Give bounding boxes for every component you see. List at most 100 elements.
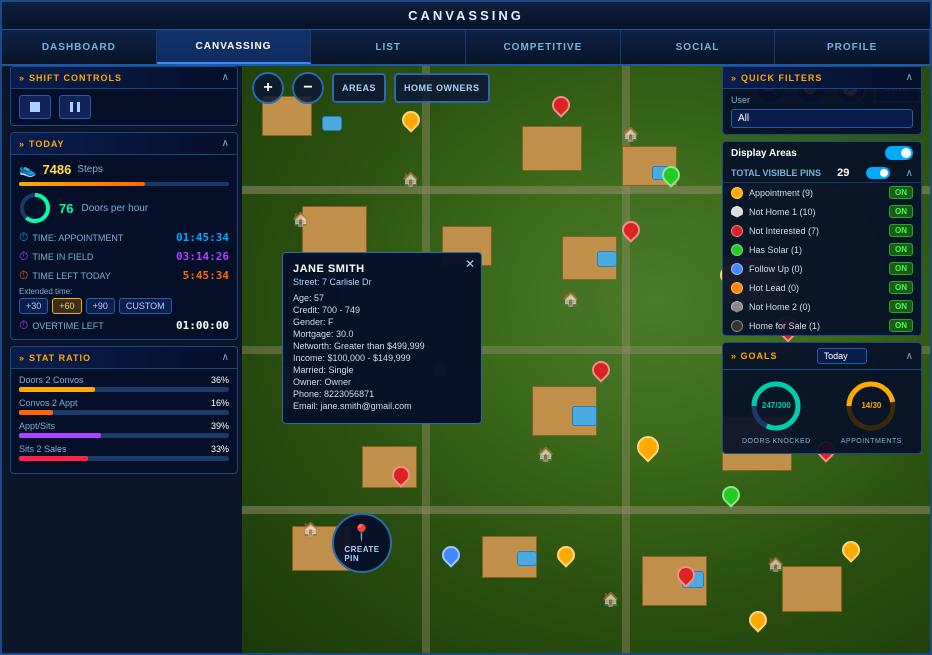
map-house: [522, 126, 582, 171]
map-pin[interactable]: [592, 361, 612, 389]
extend-custom-button[interactable]: CUSTOM: [119, 298, 172, 314]
goals-section: » GOALS Today Week Month ∧: [722, 342, 922, 454]
stat-d2c: Doors 2 Convos 36%: [19, 375, 229, 392]
map-pin[interactable]: [637, 436, 657, 464]
info-card: ✕ JANE SMITH Street: 7 Carlisle Dr Age: …: [282, 252, 482, 424]
time-field-value: 03:14:26: [176, 250, 229, 263]
filter-home-for-sale-toggle[interactable]: ON: [889, 319, 913, 332]
filter-follow-up-toggle[interactable]: ON: [889, 262, 913, 275]
map-pool: [572, 406, 597, 426]
pins-chevron[interactable]: ∧: [906, 168, 913, 179]
filter-appointment-toggle[interactable]: ON: [889, 186, 913, 199]
map-pin[interactable]: [662, 166, 682, 194]
map-pool: [517, 551, 537, 566]
map-pool: [322, 116, 342, 131]
steps-label: Steps: [77, 164, 103, 175]
goals-period-select[interactable]: Today Week Month: [817, 348, 867, 364]
quick-filters-body: User All User 1 User 2: [723, 89, 921, 134]
extend-90-button[interactable]: +90: [86, 298, 115, 314]
nav-social[interactable]: SOCIAL: [621, 30, 776, 64]
stat-d2c-fill: [19, 387, 95, 392]
nav-canvassing[interactable]: CANVASSING: [157, 30, 312, 64]
nav-competitive[interactable]: COMPETITIVE: [466, 30, 621, 64]
filter-hot-lead-label: Hot Lead (0): [731, 282, 799, 294]
overtime-row: ⏱ OVERTIME LEFT 01:00:00: [19, 318, 229, 333]
stat-ratio-header: STAT RATIO ∧: [11, 347, 237, 369]
appointments-label: APPOINTMENTS: [841, 438, 902, 445]
map-pin[interactable]: [442, 546, 462, 574]
stat-c2a-fill: [19, 410, 53, 415]
nav-list[interactable]: LIST: [311, 30, 466, 64]
filter-not-home2-label: Not Home 2 (0): [731, 301, 811, 313]
filter-not-interested: Not Interested (7) ON: [723, 221, 921, 240]
info-card-income: Income: $100,000 - $149,999: [293, 353, 471, 363]
map-pin[interactable]: [557, 546, 577, 574]
quick-filters-section: QUICK FILTERS ∧ User All User 1 User 2: [722, 66, 922, 135]
filter-has-solar: Has Solar (1) ON: [723, 240, 921, 259]
goals-chevron[interactable]: ∧: [906, 351, 913, 362]
extend-30-button[interactable]: +30: [19, 298, 48, 314]
total-visible-pins-toggle[interactable]: [866, 167, 890, 179]
time-appointment-label: ⏱ TIME: APPOINTMENT: [19, 230, 123, 245]
filter-home-for-sale-label: Home for Sale (1): [731, 320, 820, 332]
extended-time-buttons: +30 +60 +90 CUSTOM: [19, 298, 229, 314]
total-visible-pins-label: TOTAL VISIBLE PINS: [731, 168, 821, 178]
home-owners-button[interactable]: HOME OWNERS: [394, 73, 490, 103]
quick-filters-chevron[interactable]: ∧: [906, 72, 913, 83]
filter-not-home2: Not Home 2 (0) ON: [723, 297, 921, 316]
pause-icon: [70, 102, 80, 112]
map-pin[interactable]: [622, 221, 642, 249]
display-areas-toggle[interactable]: [885, 146, 913, 160]
areas-button[interactable]: AREAS: [332, 73, 386, 103]
title-bar: CANVASSING: [2, 2, 930, 30]
zoom-in-button[interactable]: +: [252, 72, 284, 104]
filter-follow-up-label: Follow Up (0): [731, 263, 803, 275]
stat-ratio-chevron[interactable]: ∧: [222, 352, 229, 363]
today-chevron[interactable]: ∧: [222, 138, 229, 149]
map-pin[interactable]: [677, 566, 697, 594]
user-filter-select[interactable]: All User 1 User 2: [731, 109, 913, 128]
doors-knocked-text: 247/300: [748, 378, 804, 434]
filter-not-home2-toggle[interactable]: ON: [889, 300, 913, 313]
dph-label: Doors per hour: [81, 203, 148, 214]
map-house-icon: 🏠: [602, 591, 619, 608]
app-container: 🏠 🏠 🏠 🏠 🏠 🏠 🏠 🏠 🏠 CANVASSING DASHBOARD C…: [0, 0, 932, 655]
info-card-networth: Networth: Greater than $499,999: [293, 341, 471, 351]
filter-has-solar-toggle[interactable]: ON: [889, 243, 913, 256]
appointments-circle: 14/30: [843, 378, 899, 434]
pins-filter-section: Display Areas TOTAL VISIBLE PINS 29 ∧ Ap…: [722, 141, 922, 336]
map-pin[interactable]: [402, 111, 422, 139]
doors-knocked-circle: 247/300: [748, 378, 804, 434]
goals-title: » GOALS: [731, 351, 778, 361]
time-appointment-value: 01:45:34: [176, 231, 229, 244]
info-card-owner: Owner: Owner: [293, 377, 471, 387]
info-card-phone: Phone: 8223056871: [293, 389, 471, 399]
filter-not-interested-toggle[interactable]: ON: [889, 224, 913, 237]
map-pin[interactable]: [392, 466, 412, 494]
nav-dashboard[interactable]: DASHBOARD: [2, 30, 157, 64]
shift-controls-chevron[interactable]: ∧: [222, 72, 229, 83]
stat-appt-label-row: Appt/Sits 39%: [19, 421, 229, 431]
filter-has-solar-dot: [731, 244, 743, 256]
map-house-icon: 🏠: [537, 446, 554, 463]
stat-sits2sales-label-row: Sits 2 Sales 33%: [19, 444, 229, 454]
filter-follow-up-dot: [731, 263, 743, 275]
time-field-row: ⏱ TIME IN FIELD 03:14:26: [19, 249, 229, 264]
dph-row: 76 Doors per hour: [19, 192, 229, 224]
filter-hot-lead-toggle[interactable]: ON: [889, 281, 913, 294]
time-left-row: ⏱ TIME LEFT TODAY 5:45:34: [19, 268, 229, 283]
info-card-close[interactable]: ✕: [465, 257, 475, 271]
pause-button[interactable]: [59, 95, 91, 119]
doors-knocked-label: DOORS KNOCKED: [742, 438, 811, 445]
time-appointment-row: ⏱ TIME: APPOINTMENT 01:45:34: [19, 230, 229, 245]
filter-not-home1-toggle[interactable]: ON: [889, 205, 913, 218]
extend-60-button[interactable]: +60: [52, 298, 81, 314]
stat-c2a: Convos 2 Appt 16%: [19, 398, 229, 415]
map-house-icon: 🏠: [622, 126, 639, 143]
create-pin-button[interactable]: CREATEPIN: [332, 513, 392, 573]
nav-profile[interactable]: PROFILE: [775, 30, 930, 64]
stat-ratio-title: STAT RATIO: [19, 353, 91, 363]
stop-button[interactable]: [19, 95, 51, 119]
filter-not-interested-dot: [731, 225, 743, 237]
zoom-out-button[interactable]: −: [292, 72, 324, 104]
